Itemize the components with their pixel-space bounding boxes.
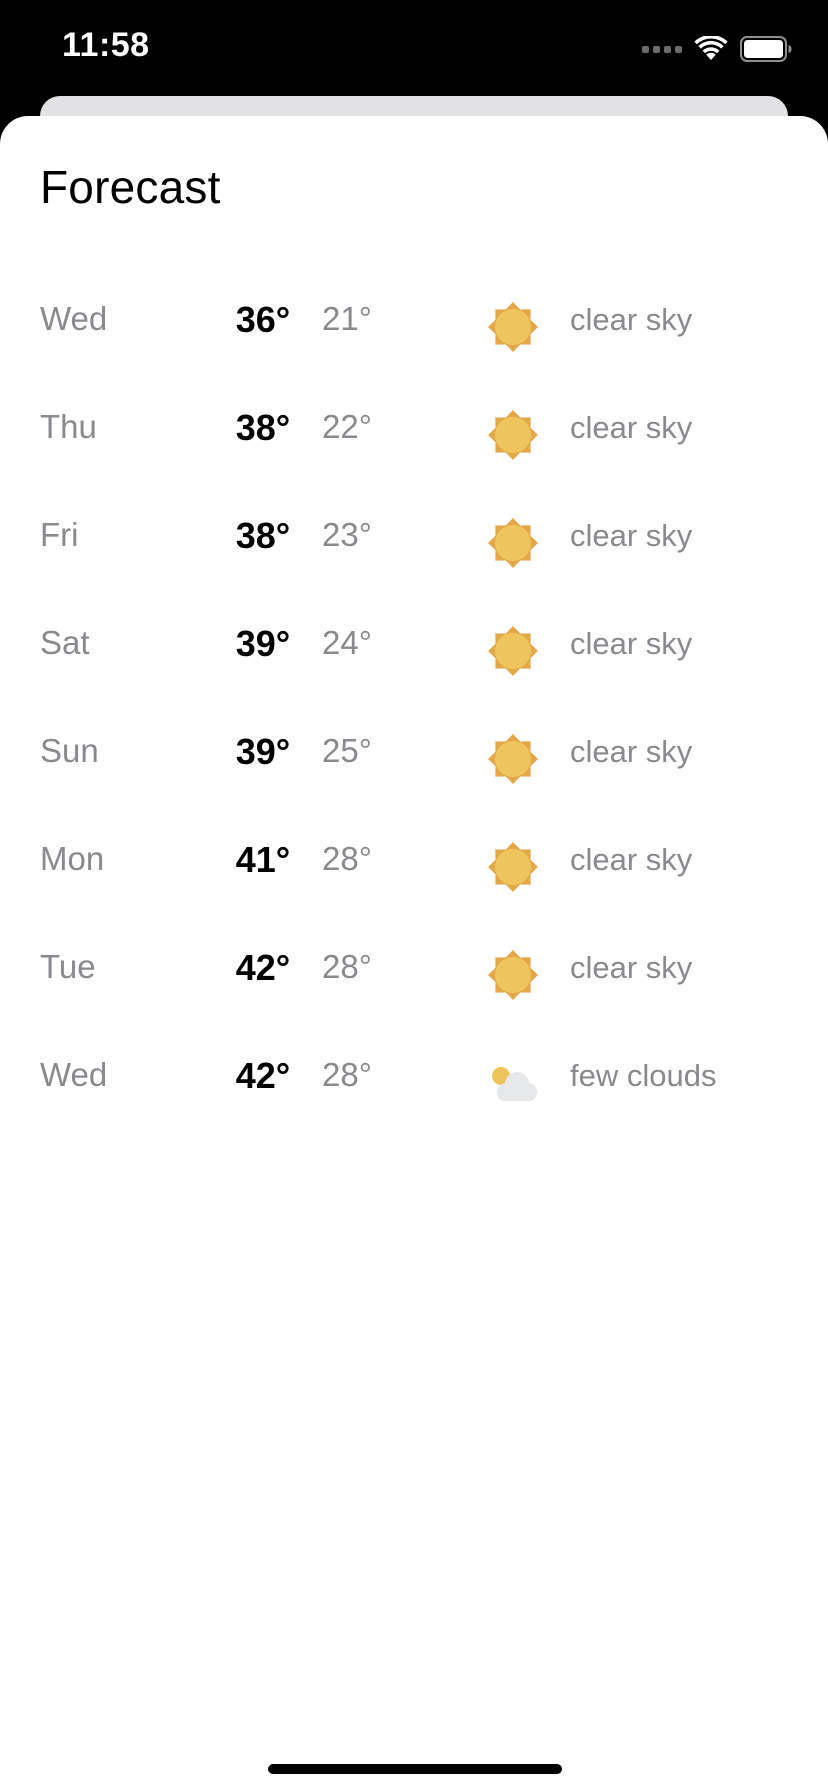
forecast-high: 36° (235, 299, 291, 340)
cellular-signal-icon (642, 45, 682, 53)
forecast-description: clear sky (570, 410, 693, 445)
forecast-description: clear sky (570, 950, 693, 985)
forecast-high: 41° (235, 839, 291, 880)
forecast-description: few clouds (570, 1058, 717, 1093)
forecast-low: 28° (322, 840, 372, 877)
sun-icon (486, 840, 540, 894)
forecast-high: 39° (235, 623, 291, 664)
forecast-description: clear sky (570, 518, 693, 553)
forecast-description: clear sky (570, 302, 693, 337)
sun-icon (486, 516, 540, 570)
page-title: Forecast (40, 161, 221, 213)
forecast-low: 28° (322, 1056, 372, 1093)
forecast-row: Wed 36° 21° clear sky (0, 272, 828, 380)
forecast-row: Fri 38° 23° clear sky (0, 488, 828, 596)
forecast-day: Mon (40, 840, 105, 877)
forecast-low: 24° (322, 624, 372, 661)
forecast-row: Thu 38° 22° clear sky (0, 380, 828, 488)
forecast-day: Wed (40, 300, 108, 337)
forecast-day: Tue (40, 948, 96, 985)
forecast-day: Wed (40, 1056, 108, 1093)
forecast-high: 42° (235, 1055, 291, 1096)
forecast-row: Wed 42° 28° few clouds (0, 1028, 828, 1136)
forecast-sheet: Forecast Wed 36° 21° clear sky Thu 38° 2… (0, 116, 828, 1792)
forecast-day: Thu (40, 408, 97, 445)
forecast-day: Sat (40, 624, 90, 661)
home-indicator[interactable] (268, 1764, 562, 1774)
forecast-row: Tue 42° 28° clear sky (0, 920, 828, 1028)
forecast-row: Sat 39° 24° clear sky (0, 596, 828, 704)
forecast-low: 23° (322, 516, 372, 553)
sun-icon (486, 408, 540, 462)
status-bar: 11:58 (0, 0, 828, 96)
sun-icon (486, 948, 540, 1002)
wifi-icon (694, 36, 728, 60)
partly-cloudy-icon (486, 1056, 540, 1110)
forecast-high: 39° (235, 731, 291, 772)
status-time: 11:58 (62, 26, 150, 64)
forecast-low: 28° (322, 948, 372, 985)
forecast-high: 38° (235, 515, 291, 556)
forecast-low: 22° (322, 408, 372, 445)
sun-icon (486, 732, 540, 786)
forecast-day: Fri (40, 516, 79, 553)
forecast-high: 38° (235, 407, 291, 448)
forecast-low: 21° (322, 300, 372, 337)
forecast-row: Sun 39° 25° clear sky (0, 704, 828, 812)
forecast-description: clear sky (570, 626, 693, 661)
forecast-row: Mon 41° 28° clear sky (0, 812, 828, 920)
battery-icon (740, 36, 792, 62)
forecast-day: Sun (40, 732, 99, 769)
sun-icon (486, 624, 540, 678)
forecast-description: clear sky (570, 734, 693, 769)
forecast-list: Wed 36° 21° clear sky Thu 38° 22° clear … (0, 272, 828, 1136)
forecast-description: clear sky (570, 842, 693, 877)
forecast-low: 25° (322, 732, 372, 769)
forecast-high: 42° (235, 947, 291, 988)
status-icons (642, 34, 792, 64)
sun-icon (486, 300, 540, 354)
